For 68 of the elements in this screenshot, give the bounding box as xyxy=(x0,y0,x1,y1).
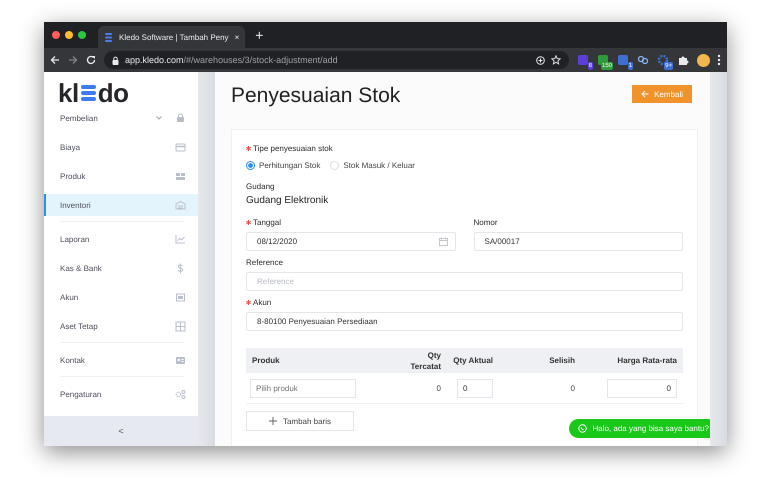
radio-option[interactable]: Perhitungan Stok xyxy=(246,161,320,170)
close-tab-button[interactable]: × xyxy=(234,32,240,42)
contact-card-icon xyxy=(175,354,186,366)
lock-icon xyxy=(112,56,119,64)
logo-text: do xyxy=(98,80,128,106)
date-field[interactable]: 08/12/2020 xyxy=(246,232,456,251)
calendar-icon xyxy=(438,237,448,246)
input-field[interactable]: 0 xyxy=(457,378,493,398)
back-icon[interactable] xyxy=(50,55,60,65)
boxes-icon xyxy=(175,170,186,182)
sidebar-item[interactable]: Pengaturan xyxy=(44,383,198,405)
field-label: Tanggal xyxy=(253,218,282,227)
puzzle-icon[interactable] xyxy=(677,54,689,66)
logo-icon xyxy=(80,84,97,102)
sidebar-item[interactable]: Inventori xyxy=(44,194,198,216)
card-icon xyxy=(175,142,186,152)
sidebar-item[interactable]: Kas & Bank xyxy=(44,257,198,279)
column-header: Qty Aktual xyxy=(447,348,499,373)
sidebar-item[interactable]: Akun xyxy=(44,286,198,308)
sidebar-item[interactable]: Biaya xyxy=(44,136,198,158)
column-header: Harga Rata-rata xyxy=(581,348,683,373)
browser-tab[interactable]: Kledo Software | Tambah Peny × xyxy=(98,26,246,48)
menu-icon[interactable] xyxy=(717,54,721,66)
sidebar-item[interactable]: Kontak xyxy=(44,349,198,371)
chart-icon xyxy=(175,234,186,244)
panel-icon xyxy=(175,292,186,302)
field-label: Tipe penyesuaian stok xyxy=(253,144,333,153)
product-select[interactable]: Pilih produk xyxy=(250,378,356,398)
input-field[interactable]: Reference xyxy=(246,272,683,291)
add-row-button[interactable]: Tambah baris xyxy=(246,411,354,431)
input-field[interactable]: SA/00017 xyxy=(474,232,683,251)
field-label: Gudang xyxy=(246,182,274,191)
reload-icon[interactable] xyxy=(86,55,96,65)
column-header: Qty Tercatat xyxy=(395,348,447,373)
column-header: Produk xyxy=(246,348,395,373)
table-cell: 0 xyxy=(499,373,581,404)
sidebar-item[interactable]: Produk xyxy=(44,165,198,187)
address-bar[interactable]: app.kledo.com/#/warehouses/3/stock-adjustment/add xyxy=(104,51,569,69)
warehouse-icon xyxy=(175,200,186,210)
url-text: app.kledo.com/#/warehouses/3/stock-adjustment/add xyxy=(125,55,339,65)
column-header: Selisih xyxy=(499,348,581,373)
dollar-icon xyxy=(175,262,186,274)
logo-text: kl xyxy=(58,80,79,106)
forward-icon[interactable] xyxy=(68,55,78,65)
plus-icon xyxy=(268,417,277,425)
add-icon[interactable] xyxy=(536,56,545,64)
arrow-left-icon xyxy=(641,90,650,98)
link-icon[interactable] xyxy=(637,54,649,66)
chat-icon xyxy=(578,424,588,433)
input-field[interactable]: 0 xyxy=(607,378,677,398)
field-label: Nomor xyxy=(474,218,498,227)
radio-option[interactable]: Stok Masuk / Keluar xyxy=(330,161,415,170)
field-label: Reference xyxy=(246,258,283,267)
collapse-sidebar-button[interactable]: < xyxy=(114,424,128,438)
input-field[interactable]: 8-80100 Penyesuaian Persediaan xyxy=(246,312,683,331)
logo-icon xyxy=(104,32,113,42)
warehouse-name: Gudang Elektronik xyxy=(246,195,328,206)
grid-icon xyxy=(175,320,186,332)
sidebar-item[interactable]: Pembelian xyxy=(44,107,198,129)
page-title: Penyesuaian Stok xyxy=(231,83,400,109)
tab-title: Kledo Software | Tambah Peny xyxy=(119,32,229,42)
sidebar-item[interactable]: Laporan xyxy=(44,228,198,250)
new-tab-button[interactable]: + xyxy=(255,27,264,43)
field-label: Akun xyxy=(253,298,272,307)
avatar-icon[interactable] xyxy=(697,54,710,66)
sidebar-item[interactable]: Aset Tetap xyxy=(44,315,198,337)
table-cell: 0 xyxy=(395,373,447,404)
star-icon[interactable] xyxy=(551,55,561,65)
